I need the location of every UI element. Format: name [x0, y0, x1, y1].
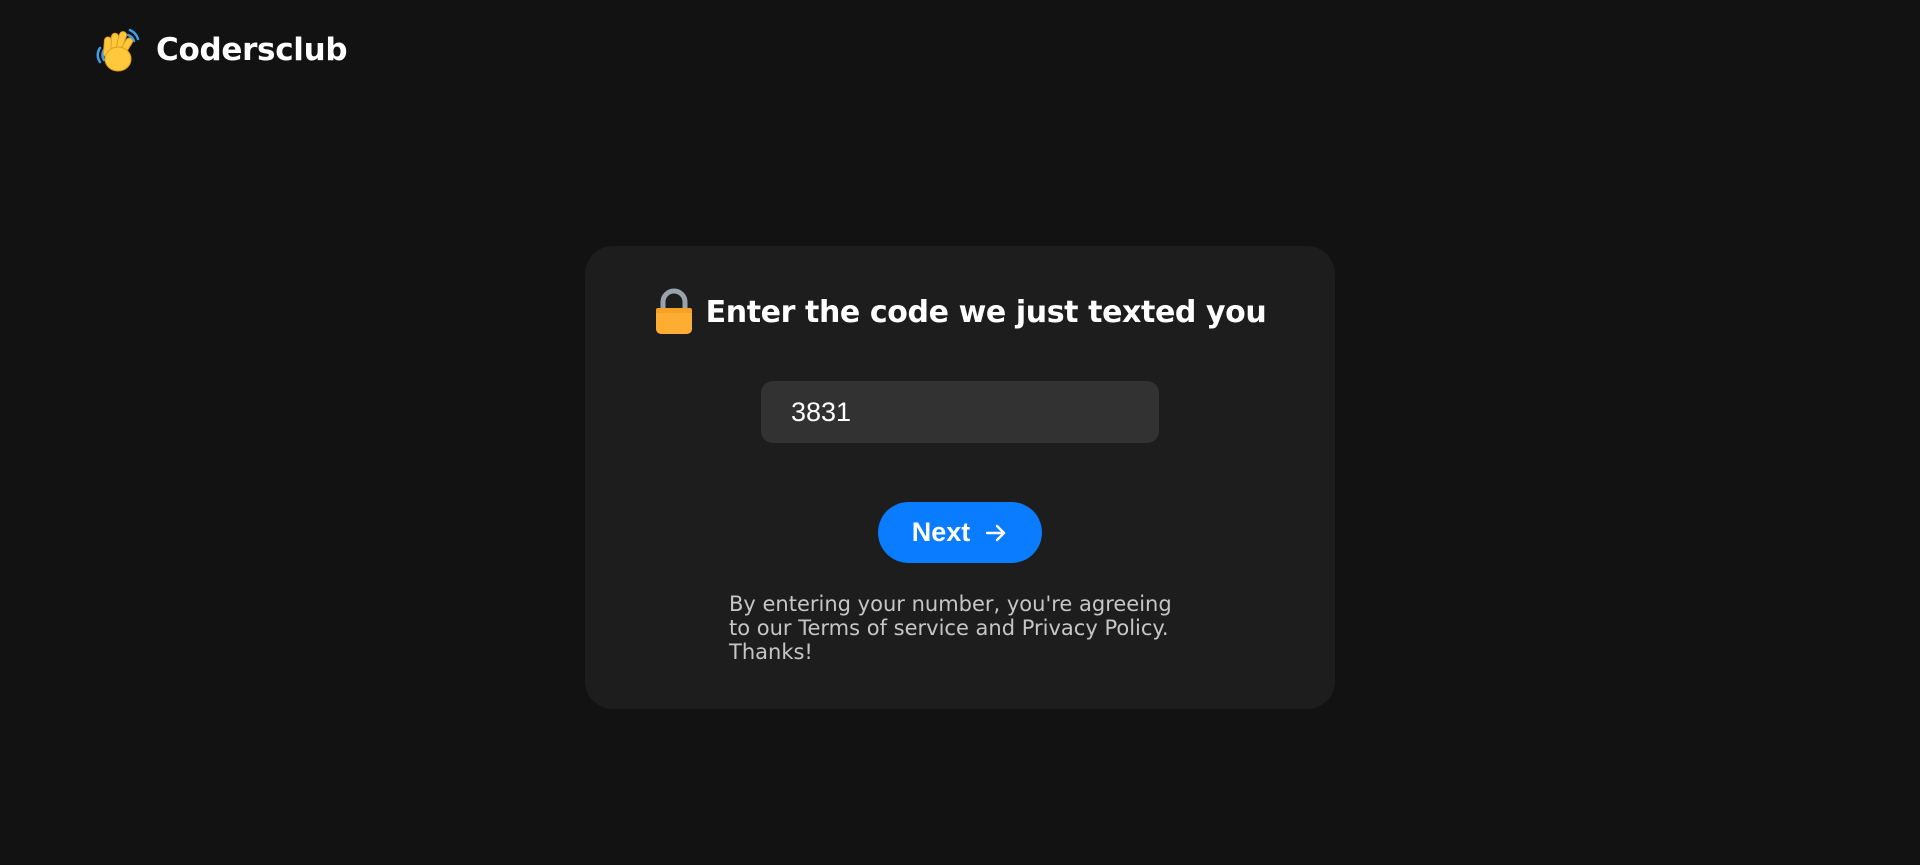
card-title: Enter the code we just texted you: [705, 294, 1267, 330]
lock-icon: [655, 288, 692, 334]
verification-code-input[interactable]: [761, 381, 1159, 443]
brand-name[interactable]: Codersclub: [156, 32, 348, 68]
terms-line: Thanks!: [729, 640, 813, 664]
waving-hand-icon: [96, 28, 140, 72]
terms-line: to our Terms of service and Privacy Poli…: [729, 616, 1169, 640]
arrow-right-icon: [986, 524, 1006, 541]
terms-line: By entering your number, you're agreeing: [729, 592, 1172, 616]
next-button-label: Next: [911, 517, 971, 547]
card-heading: Enter the code we just texted you: [585, 288, 1335, 336]
terms-notice: By entering your number, you're agreeing…: [729, 592, 1209, 664]
header: Codersclub: [94, 26, 348, 74]
verification-card: Enter the code we just texted you Next B…: [585, 246, 1335, 709]
next-button[interactable]: Next: [878, 502, 1042, 563]
